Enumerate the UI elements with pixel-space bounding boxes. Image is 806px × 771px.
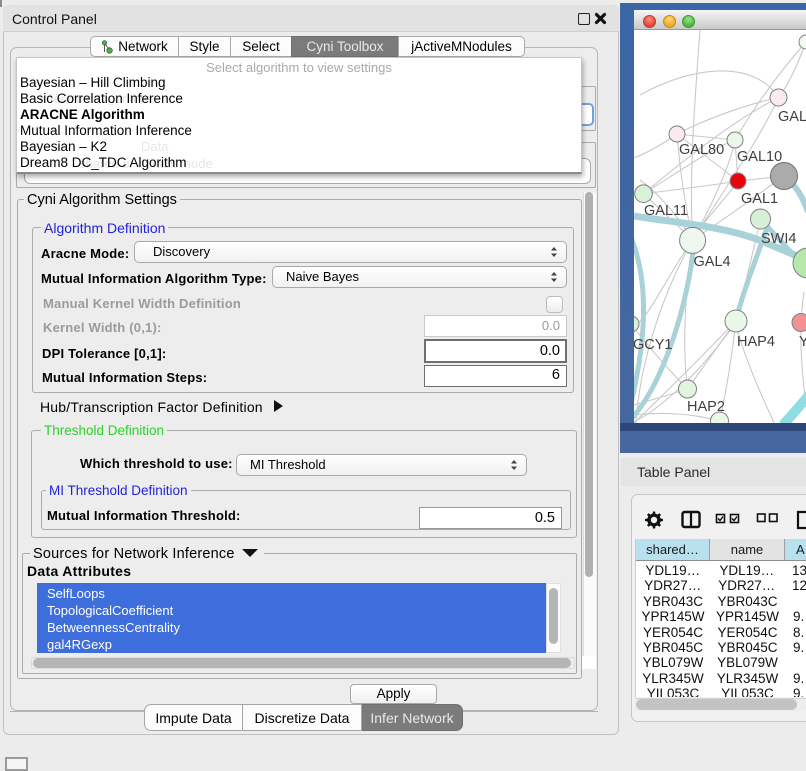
svg-text:GAL3: GAL3 xyxy=(778,109,806,125)
svg-text:GAL10: GAL10 xyxy=(737,149,782,165)
svg-text:Y: Y xyxy=(799,334,806,350)
svg-text:GAL11: GAL11 xyxy=(644,203,688,219)
svg-text:HAP4: HAP4 xyxy=(737,334,775,350)
svg-text:HAP2: HAP2 xyxy=(687,399,725,415)
svg-text:GAL1: GAL1 xyxy=(741,191,778,207)
svg-text:GAL4: GAL4 xyxy=(694,254,731,270)
svg-text:SWI4: SWI4 xyxy=(761,231,796,247)
svg-text:GAL80: GAL80 xyxy=(679,142,724,158)
svg-text:GCY1: GCY1 xyxy=(634,337,673,353)
